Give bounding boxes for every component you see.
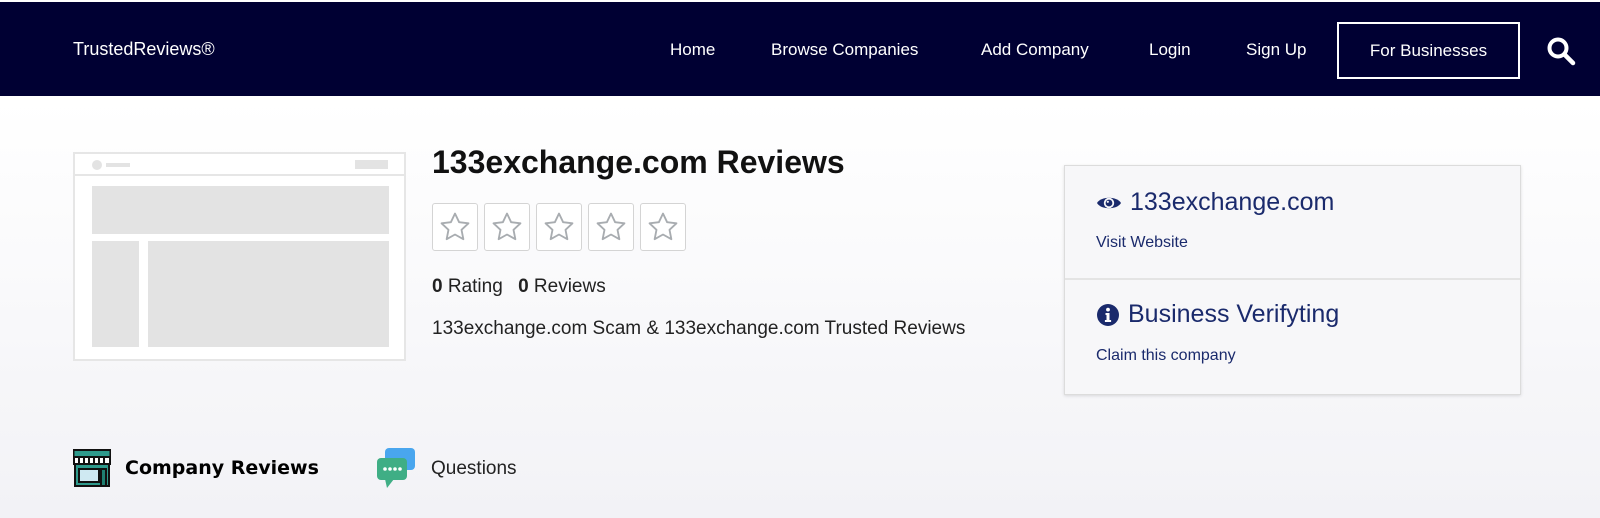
nav-add-company[interactable]: Add Company <box>981 40 1089 60</box>
website-heading[interactable]: 133exchange.com <box>1096 188 1334 217</box>
nav-browse-companies[interactable]: Browse Companies <box>771 40 918 60</box>
rating-label: Rating <box>447 276 503 297</box>
star-outline-icon <box>596 212 626 241</box>
nav-sign-up[interactable]: Sign Up <box>1246 40 1306 60</box>
website-preview-placeholder <box>73 152 406 361</box>
tab-questions[interactable]: Questions <box>375 448 517 490</box>
star-5[interactable] <box>640 203 686 251</box>
reviews-label: Reviews <box>533 276 606 297</box>
content-tabs: Company Reviews Questions <box>73 448 633 496</box>
tab-questions-label: Questions <box>431 458 517 479</box>
chat-bubbles-icon <box>377 448 415 488</box>
for-businesses-button[interactable]: For Businesses <box>1337 22 1520 79</box>
nav-home[interactable]: Home <box>670 40 715 60</box>
info-icon <box>1097 303 1119 326</box>
storefront-icon <box>73 449 111 487</box>
verify-title: Business Verifyting <box>1128 300 1340 328</box>
claim-company-link[interactable]: Claim this company <box>1096 347 1236 365</box>
visit-website-link[interactable]: Visit Website <box>1096 234 1188 252</box>
rating-count: 0 <box>432 276 443 297</box>
verify-heading: Business Verifyting <box>1096 300 1339 329</box>
nav-login[interactable]: Login <box>1149 40 1191 60</box>
star-outline-icon <box>440 212 470 241</box>
website-domain: 133exchange.com <box>1130 188 1335 216</box>
eye-icon <box>1097 197 1121 208</box>
company-info-panel: 133exchange.com Visit Website Business V… <box>1064 165 1521 395</box>
star-4[interactable] <box>588 203 634 251</box>
star-2[interactable] <box>484 203 530 251</box>
star-outline-icon <box>492 212 522 241</box>
reviews-count: 0 <box>518 276 529 297</box>
panel-divider <box>1065 278 1520 280</box>
company-tagline: 133exchange.com Scam & 133exchange.com T… <box>432 318 966 339</box>
tab-company-reviews[interactable]: Company Reviews <box>73 448 319 488</box>
page-title: 133exchange.com Reviews <box>432 144 845 180</box>
star-3[interactable] <box>536 203 582 251</box>
tab-company-reviews-label: Company Reviews <box>125 457 319 479</box>
search-icon[interactable] <box>1546 36 1576 66</box>
star-outline-icon <box>544 212 574 241</box>
top-navbar: TrustedReviews® Home Browse Companies Ad… <box>0 0 1600 96</box>
star-1[interactable] <box>432 203 478 251</box>
star-rating <box>432 203 686 251</box>
rating-summary: 0 Rating 0 Reviews <box>432 276 606 298</box>
star-outline-icon <box>648 212 678 241</box>
